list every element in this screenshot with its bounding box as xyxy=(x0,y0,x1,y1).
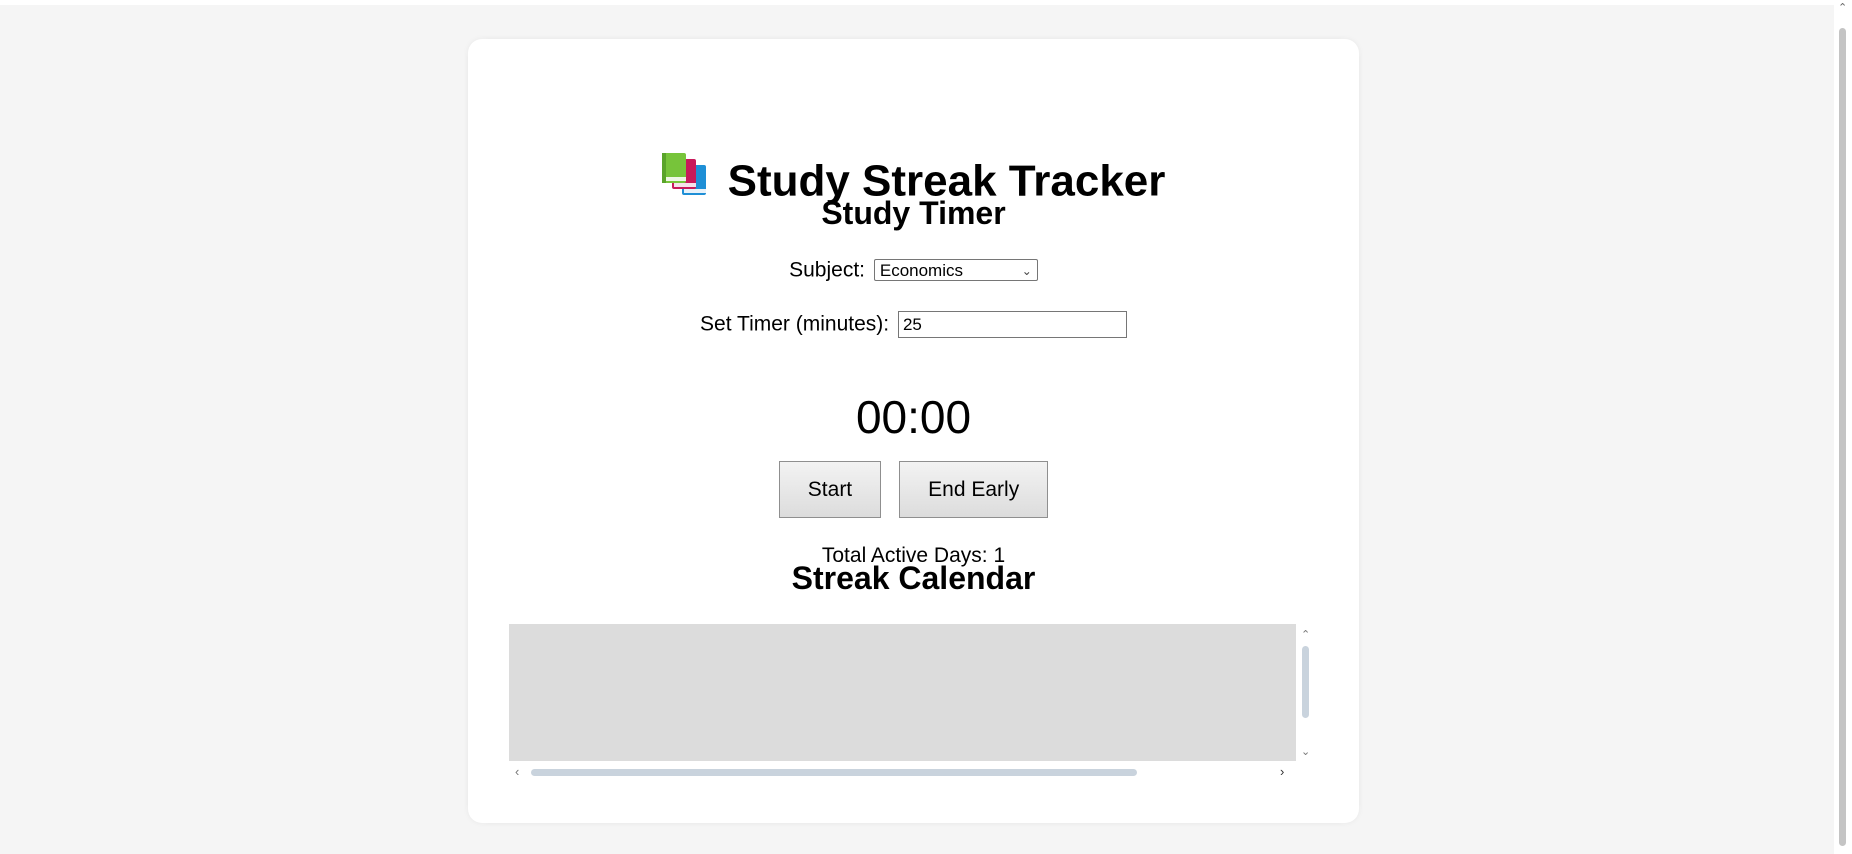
timer-minutes-row: Set Timer (minutes): 25 xyxy=(468,311,1359,338)
chevron-down-icon[interactable]: ⌄ xyxy=(1301,747,1310,758)
chevron-down-icon: ⌄ xyxy=(1021,264,1032,279)
chevron-up-icon[interactable]: ⌃ xyxy=(1838,2,1847,14)
study-timer-heading: Study Timer xyxy=(821,195,1006,231)
streak-calendar-container: ⌃ ⌄ ‹ › xyxy=(509,624,1313,820)
subject-selected-value: Economics xyxy=(879,261,963,281)
end-early-button[interactable]: End Early xyxy=(899,461,1049,518)
streak-calendar-heading: Streak Calendar xyxy=(791,560,1036,596)
chevron-left-icon[interactable]: ‹ xyxy=(515,765,519,779)
streak-calendar-grid xyxy=(509,624,1296,761)
countdown-display: 00:00 xyxy=(855,391,972,443)
timer-buttons: Start End Early xyxy=(468,461,1359,518)
start-button[interactable]: Start xyxy=(778,461,882,518)
timer-minutes-label: Set Timer (minutes): xyxy=(700,312,890,336)
app-card: Study Streak Tracker Study Timer Subject… xyxy=(468,39,1359,823)
page: Study Streak Tracker Study Timer Subject… xyxy=(0,0,1852,854)
calendar-vertical-scrollbar[interactable]: ⌃ ⌄ xyxy=(1298,624,1313,761)
top-strip xyxy=(0,0,1834,5)
calendar-vertical-scroll-thumb[interactable] xyxy=(1302,646,1309,718)
subject-select[interactable]: Economics ⌄ xyxy=(873,259,1038,282)
page-scroll-thumb[interactable] xyxy=(1839,28,1846,846)
timer-minutes-input[interactable]: 25 xyxy=(897,311,1127,338)
calendar-horizontal-scroll-thumb[interactable] xyxy=(531,769,1137,776)
subject-row: Subject: Economics ⌄ xyxy=(468,258,1359,282)
page-scrollbar[interactable]: ⌃ xyxy=(1834,0,1852,854)
chevron-up-icon[interactable]: ⌃ xyxy=(1301,630,1310,641)
calendar-horizontal-scrollbar[interactable]: ‹ › xyxy=(509,765,1296,779)
books-icon xyxy=(661,153,710,197)
subject-label: Subject: xyxy=(789,258,866,282)
chevron-right-icon[interactable]: › xyxy=(1280,765,1284,779)
